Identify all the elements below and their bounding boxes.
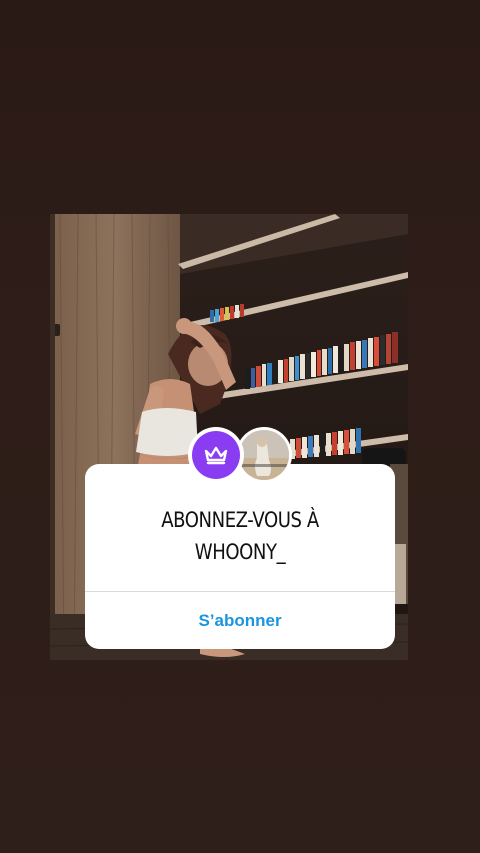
crown-icon (204, 446, 228, 465)
avatar (236, 427, 292, 483)
follow-sticker-card: ABONNEZ-VOUS À WHOONY_ S’abonner (85, 464, 395, 649)
sticker-title-line2: WHOONY_ (194, 540, 286, 564)
profile-photo-icon (239, 430, 289, 480)
sticker-avatars (188, 427, 294, 483)
follow-button[interactable]: S’abonner (85, 592, 395, 649)
sticker-title: ABONNEZ-VOUS À WHOONY_ (107, 504, 374, 568)
crown-badge (188, 427, 244, 483)
sticker-title-line1: ABONNEZ-VOUS À (161, 508, 319, 532)
